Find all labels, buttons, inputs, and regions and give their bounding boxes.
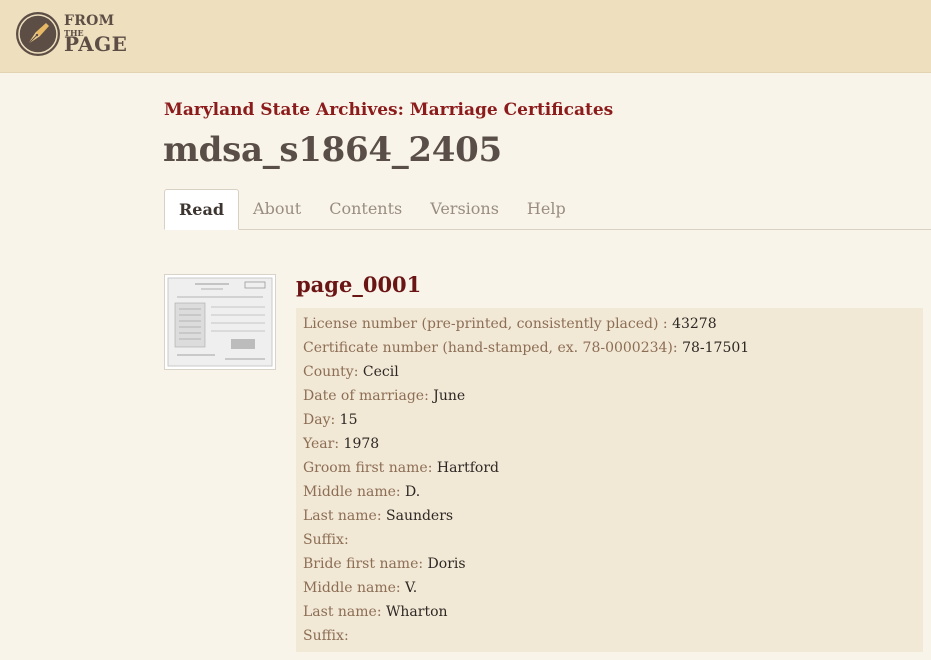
field-certificate-number: Certificate number (hand-stamped, ex. 78… xyxy=(303,336,916,360)
field-value: June xyxy=(433,388,466,404)
field-county: County: Cecil xyxy=(303,360,916,384)
field-label: Bride first name xyxy=(303,556,419,572)
fromthepage-logo[interactable]: FROM THE PAGE xyxy=(16,12,127,56)
field-separator: : xyxy=(343,628,349,644)
field-bride-last-name: Last name: Wharton xyxy=(303,600,916,624)
pen-nib-icon xyxy=(16,12,60,56)
transcription-fields-panel: License number (pre-printed, consistentl… xyxy=(296,308,923,652)
field-separator: : xyxy=(424,388,434,404)
field-value: Cecil xyxy=(362,364,399,380)
field-separator: : xyxy=(658,316,673,332)
header-bar: FROM THE PAGE xyxy=(0,0,931,73)
tab-read[interactable]: Read xyxy=(164,189,240,230)
field-label: Middle name xyxy=(303,580,396,596)
field-value: Doris xyxy=(427,556,466,572)
field-separator: : xyxy=(376,604,386,620)
field-label: Groom first name xyxy=(303,460,428,476)
field-separator: : xyxy=(353,364,363,380)
collection-title-link[interactable]: Maryland State Archives: Marriage Certif… xyxy=(164,100,613,120)
field-separator: : xyxy=(330,412,340,428)
field-label: Suffix xyxy=(303,628,344,644)
field-label: Year xyxy=(303,436,335,452)
field-bride-middle-name: Middle name: V. xyxy=(303,576,916,600)
work-title: mdsa_s1864_2405 xyxy=(163,130,502,170)
field-groom-last-name: Last name: Saunders xyxy=(303,504,916,528)
tab-about[interactable]: About xyxy=(239,189,315,229)
work-tabs: Read About Contents Versions Help xyxy=(164,189,931,230)
field-separator: : xyxy=(418,556,428,572)
field-separator: : xyxy=(395,484,406,500)
logo-line-from: FROM xyxy=(64,13,115,29)
field-bride-suffix: Suffix: xyxy=(303,624,916,648)
field-year: Year: 1978 xyxy=(303,432,916,456)
field-value: D. xyxy=(405,484,421,500)
field-separator: : xyxy=(376,508,386,524)
field-label: License number (pre-printed, consistentl… xyxy=(303,316,659,332)
field-separator: : xyxy=(427,460,437,476)
certificate-thumbnail-image xyxy=(167,277,273,367)
field-bride-first-name: Bride first name: Doris xyxy=(303,552,916,576)
field-value: Saunders xyxy=(386,508,454,524)
page-thumbnail[interactable] xyxy=(164,274,276,370)
field-label: Middle name xyxy=(303,484,396,500)
field-label: Last name xyxy=(303,508,377,524)
logo-wordmark: FROM THE PAGE xyxy=(64,14,127,54)
field-groom-first-name: Groom first name: Hartford xyxy=(303,456,916,480)
logo-line-page: PAGE xyxy=(64,32,128,56)
field-label: Date of marriage xyxy=(303,388,425,404)
field-value: V. xyxy=(405,580,418,596)
field-value: 15 xyxy=(339,412,358,428)
tab-versions[interactable]: Versions xyxy=(416,189,513,229)
field-label: Day xyxy=(303,412,331,428)
field-groom-middle-name: Middle name: D. xyxy=(303,480,916,504)
field-separator: : xyxy=(395,580,406,596)
field-value: Wharton xyxy=(386,604,448,620)
field-value: 1978 xyxy=(343,436,380,452)
field-value: 78-17501 xyxy=(682,340,750,356)
field-value: Hartford xyxy=(436,460,499,476)
field-separator: : xyxy=(343,532,349,548)
field-label: Certificate number (hand-stamped, ex. 78… xyxy=(303,340,673,356)
field-date-of-marriage: Date of marriage: June xyxy=(303,384,916,408)
field-label: Last name xyxy=(303,604,377,620)
page-title-link[interactable]: page_0001 xyxy=(296,272,421,297)
field-separator: : xyxy=(334,436,344,452)
field-separator: : xyxy=(672,340,683,356)
field-groom-suffix: Suffix: xyxy=(303,528,916,552)
field-label: Suffix xyxy=(303,532,344,548)
field-value: 43278 xyxy=(672,316,717,332)
field-day: Day: 15 xyxy=(303,408,916,432)
tab-help[interactable]: Help xyxy=(513,189,580,229)
field-license-number: License number (pre-printed, consistentl… xyxy=(303,312,916,336)
field-label: County xyxy=(303,364,354,380)
tab-contents[interactable]: Contents xyxy=(315,189,416,229)
